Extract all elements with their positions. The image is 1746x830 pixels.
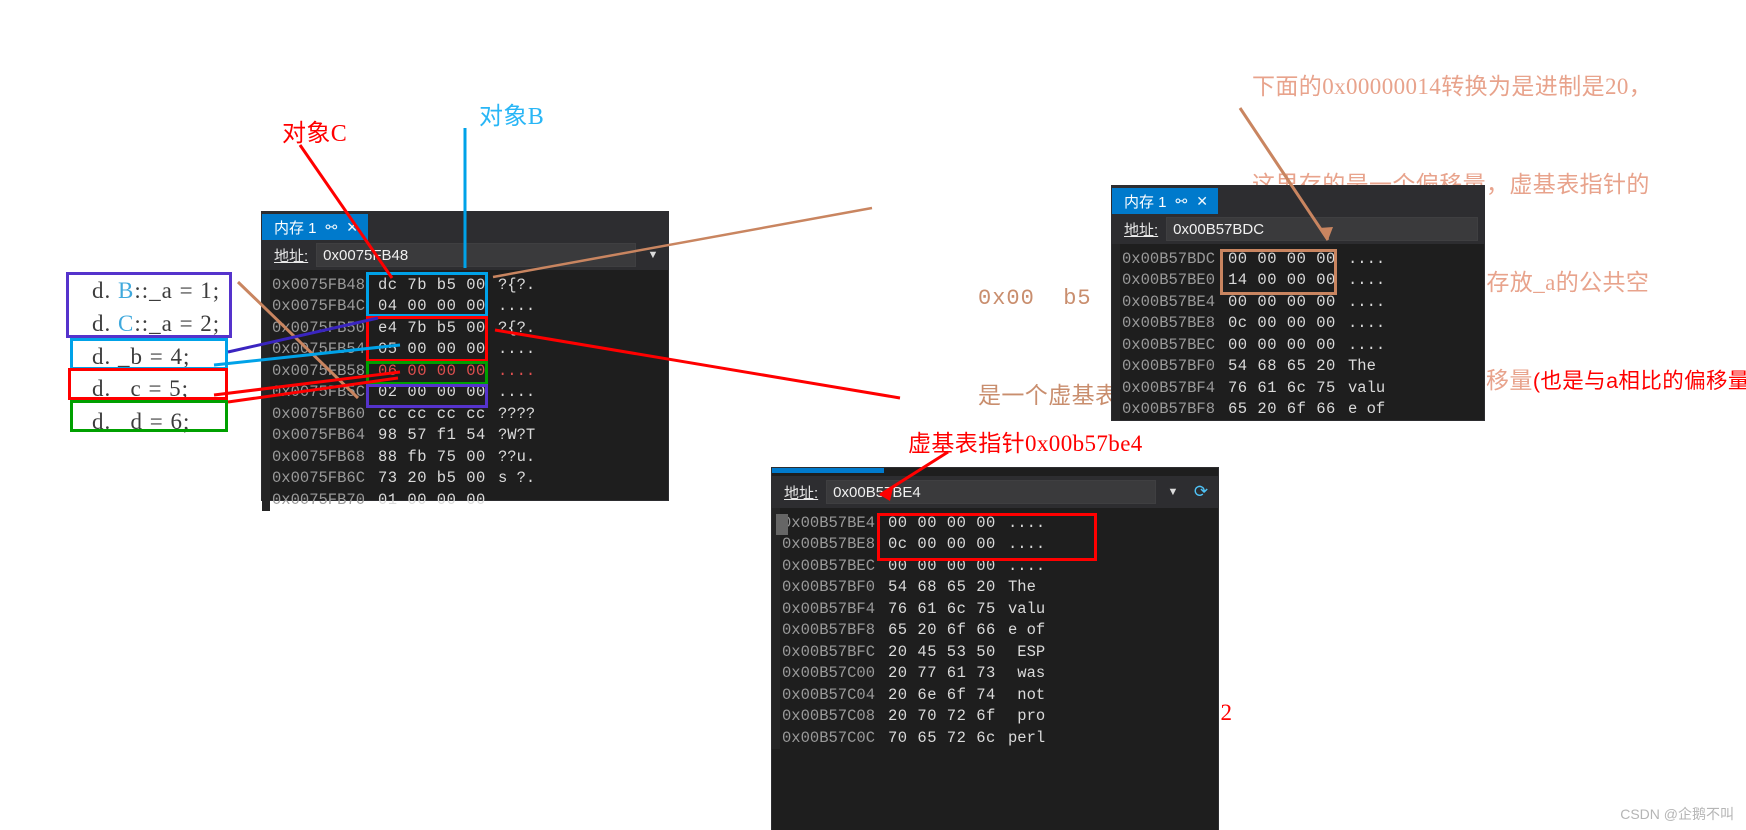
memory-row: 0x00B57C08 20 70 72 6f pro bbox=[782, 707, 1046, 726]
close-icon[interactable]: ✕ bbox=[1196, 194, 1208, 208]
horizontal-scrollbar[interactable] bbox=[772, 468, 884, 473]
tab-memory-1[interactable]: 内存 1 ⚯ ✕ bbox=[262, 214, 368, 240]
memory-row: 0x00B57BF8 65 20 6f 66 e of bbox=[782, 621, 1046, 640]
annotation-line: 下面的0x00000014转换为是进制是20， bbox=[1252, 74, 1653, 100]
memory-row: 0x00B57BF0 54 68 65 20 The bbox=[782, 578, 1036, 597]
memory-row: 0x00B57BE4 00 00 00 00.... bbox=[782, 513, 1046, 532]
memory-window-3[interactable]: 地址: 0x00B57BE4 ▼ ⟳ 0x00B57BE4 00 00 00 00… bbox=[772, 468, 1218, 830]
memory-row: 0x00B57C0C 70 65 72 6c perl bbox=[782, 728, 1046, 747]
memory-row: 0x00B57BE8 0c 00 00 00.... bbox=[1122, 314, 1386, 333]
memory-row: 0x0075FB58 06 00 00 00.... bbox=[272, 361, 536, 380]
address-input[interactable]: 0x00B57BDC bbox=[1166, 217, 1478, 241]
memory-row: 0x00B57C04 20 6e 6f 74 not bbox=[782, 685, 1046, 704]
code-highlight-a bbox=[66, 272, 232, 338]
gutter bbox=[1112, 244, 1120, 420]
memory-window-2[interactable]: 内存 1 ⚯ ✕ 地址: 0x00B57BDC 0x00B57BDC 00 00 … bbox=[1112, 186, 1484, 420]
memory-row: 0x00B57C00 20 77 61 73 was bbox=[782, 664, 1046, 683]
memory-row: 0x00B57BE0 14 00 00 00.... bbox=[1122, 271, 1386, 290]
address-label: 地址: bbox=[1124, 221, 1159, 239]
window-titlebar: 内存 1 ⚯ ✕ bbox=[262, 212, 668, 240]
memory-row: 0x00B57BDC 00 00 00 00.... bbox=[1122, 249, 1386, 268]
memory-row: 0x0075FB54 05 00 00 00.... bbox=[272, 340, 536, 359]
memory-row: 0x00B57BE8 0c 00 00 00.... bbox=[782, 535, 1046, 554]
memory-row: 0x0075FB6C 73 20 b5 00 s ?. bbox=[272, 469, 536, 488]
memory-dump-1: 0x0075FB48 dc 7b b5 00 ?{?. 0x0075FB4C 04 0… bbox=[262, 270, 668, 511]
tab-label: 内存 1 bbox=[274, 219, 317, 237]
memory-row: 0x00B57BFC 20 45 53 50 ESP bbox=[782, 642, 1046, 661]
close-icon[interactable]: ✕ bbox=[346, 220, 358, 234]
memory-row: 0x0075FB48 dc 7b b5 00 ?{?. bbox=[272, 275, 536, 294]
refresh-icon[interactable]: ⟳ bbox=[1190, 482, 1212, 502]
watermark: CSDN @企鹅不叫 bbox=[1620, 806, 1734, 822]
memory-row: 0x0075FB60 cc cc cc cc???? bbox=[272, 404, 536, 423]
memory-row: 0x00B57BF4 76 61 6c 75 valu bbox=[1122, 378, 1386, 397]
pin-icon[interactable]: ⚯ bbox=[1176, 194, 1188, 208]
address-input[interactable]: 0x00B57BE4 bbox=[826, 480, 1156, 504]
gutter bbox=[772, 508, 780, 749]
memory-row: 0x0075FB70 01 00 00 00 bbox=[272, 490, 486, 509]
address-bar: 地址: 0x0075FB48 ▼ bbox=[262, 240, 668, 270]
memory-row: 0x0075FB68 88 fb 75 00 ??u. bbox=[272, 447, 536, 466]
window-titlebar: 内存 1 ⚯ ✕ bbox=[1112, 186, 1484, 214]
memory-row: 0x00B57BE4 00 00 00 00.... bbox=[1122, 292, 1386, 311]
memory-row: 0x00B57BF0 54 68 65 20 The bbox=[1122, 357, 1376, 376]
address-bar: 地址: 0x00B57BE4 ▼ ⟳ bbox=[772, 476, 1218, 508]
memory-row: 0x00B57BF4 76 61 6c 75 valu bbox=[782, 599, 1046, 618]
address-bar: 地址: 0x00B57BDC bbox=[1112, 214, 1484, 244]
memory-row: 0x0075FB5C 02 00 00 00.... bbox=[272, 383, 536, 402]
tab-label: 内存 1 bbox=[1124, 193, 1167, 211]
memory-window-1[interactable]: 内存 1 ⚯ ✕ 地址: 0x0075FB48 ▼ 0x0075FB48 dc 7… bbox=[262, 212, 668, 511]
memory-row: 0x00B57BF8 65 20 6f 66 e of bbox=[1122, 400, 1386, 419]
memory-row: 0x0075FB64 98 57 f1 54 ?W?T bbox=[272, 426, 536, 445]
memory-row: 0x0075FB4C 04 00 00 00.... bbox=[272, 297, 536, 316]
memory-row: 0x00B57BEC 00 00 00 00.... bbox=[1122, 335, 1386, 354]
chevron-down-icon[interactable]: ▼ bbox=[644, 249, 662, 261]
memory-dump-2: 0x00B57BDC 00 00 00 00.... 0x00B57BE0 14 0… bbox=[1112, 244, 1484, 420]
chevron-down-icon[interactable]: ▼ bbox=[1164, 486, 1182, 498]
annotation-vbptr-address: 虚基表指针0x00b57be4 bbox=[908, 431, 1143, 456]
address-input[interactable]: 0x0075FB48 bbox=[316, 243, 636, 267]
code-highlight-c bbox=[68, 368, 228, 400]
code-highlight-d bbox=[70, 400, 228, 432]
memory-dump-3: 0x00B57BE4 00 00 00 00.... 0x00B57BE8 0c 0… bbox=[772, 508, 1218, 749]
code-highlight-b bbox=[70, 338, 228, 370]
memory-row: 0x00B57BEC 00 00 00 00.... bbox=[782, 556, 1046, 575]
memory-row: 0x0075FB50 e4 7b b5 00 ?{?. bbox=[272, 318, 536, 337]
address-label: 地址: bbox=[274, 247, 309, 265]
address-label: 地址: bbox=[784, 484, 819, 502]
annotation-object-c: 对象C bbox=[282, 121, 348, 147]
annotation-object-b: 对象B bbox=[479, 104, 545, 130]
gutter bbox=[262, 270, 270, 511]
pin-icon[interactable]: ⚯ bbox=[326, 220, 338, 234]
tab-memory-1[interactable]: 内存 1 ⚯ ✕ bbox=[1112, 188, 1218, 214]
